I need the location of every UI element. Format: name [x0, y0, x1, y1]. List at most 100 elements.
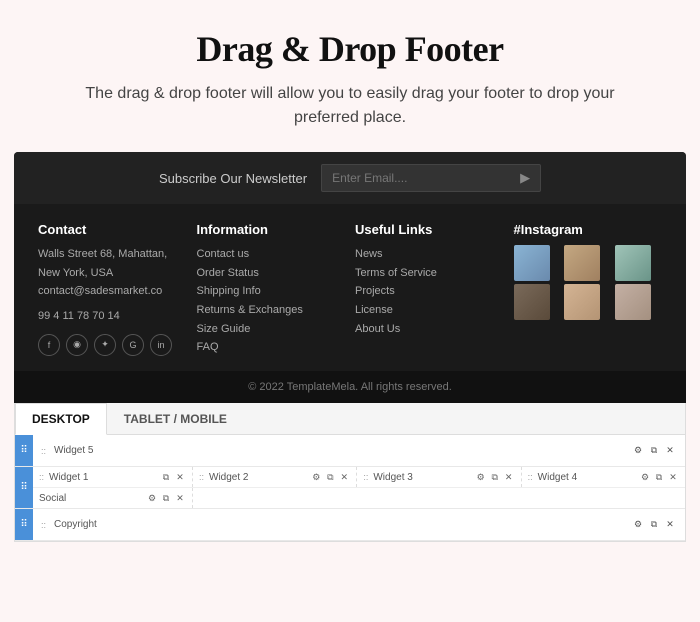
hero-section: Drag & Drop Footer The drag & drop foote…	[0, 0, 700, 152]
widget1-drag[interactable]: ::	[39, 472, 44, 482]
newsletter-input-wrap: Enter Email.... ▶	[321, 164, 541, 192]
google-plus-icon[interactable]: G	[122, 334, 144, 356]
info-size-guide[interactable]: Size Guide	[197, 320, 346, 339]
useful-links-title: Useful Links	[355, 222, 504, 237]
widget3-label: Widget 3	[373, 472, 412, 483]
row1-handle[interactable]: ⠿	[15, 435, 33, 466]
insta-thumb-6	[615, 284, 651, 320]
tab-tablet-mobile[interactable]: TABLET / MOBILE	[107, 403, 244, 435]
social-copy-button[interactable]: ⧉	[160, 492, 172, 504]
widget5-controls: ⚙ ⧉ ✕	[631, 444, 677, 458]
footer-col-useful-links: Useful Links News Terms of Service Proje…	[355, 222, 504, 357]
widget4-copy-button[interactable]: ⧉	[653, 471, 665, 483]
copyright-controls: ⚙ ⧉ ✕	[631, 518, 677, 532]
row2-handle[interactable]: ⠿	[15, 467, 33, 508]
contact-phone: 99 4 11 78 70 14	[38, 307, 187, 326]
widget4-label: Widget 4	[538, 472, 577, 483]
link-license[interactable]: License	[355, 301, 504, 320]
widget2-close-button[interactable]: ✕	[338, 471, 350, 483]
copyright-close-button[interactable]: ✕	[663, 518, 677, 532]
footer-bottom: © 2022 TemplateMela. All rights reserved…	[14, 371, 686, 403]
widget2-gear-button[interactable]: ⚙	[310, 471, 322, 483]
hero-title: Drag & Drop Footer	[60, 28, 640, 70]
social-label: Social	[39, 493, 66, 504]
widget4-close-button[interactable]: ✕	[667, 471, 679, 483]
info-returns[interactable]: Returns & Exchanges	[197, 301, 346, 320]
insta-thumb-2	[564, 245, 600, 281]
widget4-drag[interactable]: ::	[528, 472, 533, 482]
tabs-section: DESKTOP TABLET / MOBILE ⠿ :: Widget 5 ⚙ …	[14, 403, 686, 542]
widget2-controls: ⚙ ⧉ ✕	[310, 471, 350, 483]
insta-thumb-5	[564, 284, 600, 320]
widget5-label: Widget 5	[54, 445, 93, 456]
footer-col-information: Information Contact us Order Status Ship…	[197, 222, 346, 357]
footer-col-instagram: #Instagram	[514, 222, 663, 357]
footer-columns: Contact Walls Street 68, Mahattan, New Y…	[14, 204, 686, 371]
widget3-close-button[interactable]: ✕	[503, 471, 515, 483]
tabs-bar: DESKTOP TABLET / MOBILE	[15, 403, 685, 435]
link-projects[interactable]: Projects	[355, 282, 504, 301]
row3-handle[interactable]: ⠿	[15, 509, 33, 540]
widget1-cell: :: Widget 1 ⧉ ✕	[33, 467, 193, 487]
widget1-close-button[interactable]: ✕	[174, 471, 186, 483]
copyright-text: © 2022 TemplateMela. All rights reserved…	[248, 381, 452, 393]
link-about[interactable]: About Us	[355, 320, 504, 339]
contact-title: Contact	[38, 222, 187, 237]
social-cell: Social ⚙ ⧉ ✕	[33, 488, 193, 508]
row2-body: :: Widget 1 ⧉ ✕ :: Widget 2 ⚙ ⧉ ✕	[33, 467, 685, 508]
widget-row-2: ⠿ :: Widget 1 ⧉ ✕ :: Widget 2	[15, 467, 685, 509]
instagram-title: #Instagram	[514, 222, 663, 237]
widget5-drag-handle[interactable]: ::	[41, 446, 46, 456]
row3-content: :: Copyright ⚙ ⧉ ✕	[33, 509, 685, 540]
widget3-controls: ⚙ ⧉ ✕	[475, 471, 515, 483]
info-contact-us[interactable]: Contact us	[197, 245, 346, 264]
widget3-gear-button[interactable]: ⚙	[475, 471, 487, 483]
link-terms[interactable]: Terms of Service	[355, 264, 504, 283]
widget2-label: Widget 2	[209, 472, 248, 483]
info-shipping[interactable]: Shipping Info	[197, 282, 346, 301]
copyright-gear-button[interactable]: ⚙	[631, 518, 645, 532]
widget4-gear-button[interactable]: ⚙	[639, 471, 651, 483]
widget-row-1: ⠿ :: Widget 5 ⚙ ⧉ ✕	[15, 435, 685, 467]
widget3-copy-button[interactable]: ⧉	[489, 471, 501, 483]
widget-area: ⠿ :: Widget 5 ⚙ ⧉ ✕ ⠿ :: Widget 1	[15, 435, 685, 541]
top-sub-row: :: Widget 1 ⧉ ✕ :: Widget 2 ⚙ ⧉ ✕	[33, 467, 685, 488]
widget4-controls: ⚙ ⧉ ✕	[639, 471, 679, 483]
widget2-cell: :: Widget 2 ⚙ ⧉ ✕	[193, 467, 357, 487]
row1-content: :: Widget 5 ⚙ ⧉ ✕	[33, 435, 685, 466]
newsletter-placeholder: Enter Email....	[332, 171, 512, 185]
social-gear-button[interactable]: ⚙	[146, 492, 158, 504]
info-faq[interactable]: FAQ	[197, 338, 346, 357]
newsletter-bar: Subscribe Our Newsletter Enter Email....…	[14, 152, 686, 204]
social-controls: ⚙ ⧉ ✕	[146, 492, 186, 504]
twitter-icon[interactable]: ✦	[94, 334, 116, 356]
link-news[interactable]: News	[355, 245, 504, 264]
widget5-copy-button[interactable]: ⧉	[647, 444, 661, 458]
info-order-status[interactable]: Order Status	[197, 264, 346, 283]
tab-desktop[interactable]: DESKTOP	[15, 403, 107, 435]
widget2-copy-button[interactable]: ⧉	[324, 471, 336, 483]
copyright-label: Copyright	[54, 519, 97, 530]
copyright-copy-button[interactable]: ⧉	[647, 518, 661, 532]
widget3-drag[interactable]: ::	[363, 472, 368, 482]
insta-thumb-4	[514, 284, 550, 320]
insta-thumb-3	[615, 245, 651, 281]
widget1-label: Widget 1	[49, 472, 88, 483]
footer-col-contact: Contact Walls Street 68, Mahattan, New Y…	[38, 222, 187, 357]
widget3-cell: :: Widget 3 ⚙ ⧉ ✕	[357, 467, 521, 487]
widget5-close-button[interactable]: ✕	[663, 444, 677, 458]
widget5-gear-button[interactable]: ⚙	[631, 444, 645, 458]
linkedin-icon[interactable]: in	[150, 334, 172, 356]
hero-subtitle: The drag & drop footer will allow you to…	[60, 82, 640, 130]
widget1-copy-button[interactable]: ⧉	[160, 471, 172, 483]
widget-row-3: ⠿ :: Copyright ⚙ ⧉ ✕	[15, 509, 685, 541]
copyright-drag-handle[interactable]: ::	[41, 520, 46, 530]
newsletter-label: Subscribe Our Newsletter	[159, 171, 307, 186]
instagram-icon[interactable]: ◉	[66, 334, 88, 356]
widget2-drag[interactable]: ::	[199, 472, 204, 482]
contact-address: Walls Street 68, Mahattan, New York, USA	[38, 245, 187, 282]
social-close-button[interactable]: ✕	[174, 492, 186, 504]
facebook-icon[interactable]: f	[38, 334, 60, 356]
send-icon: ▶	[520, 170, 530, 186]
widget4-cell: :: Widget 4 ⚙ ⧉ ✕	[522, 467, 685, 487]
